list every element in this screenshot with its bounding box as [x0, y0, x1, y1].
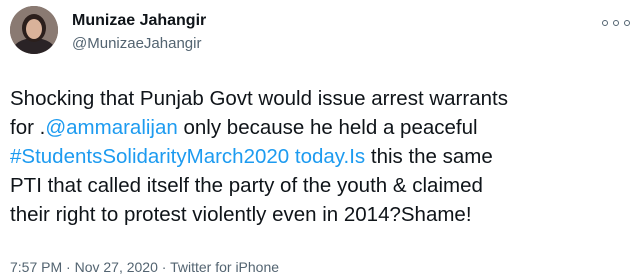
- tweet-line: Shocking that Punjab Govt would issue ar…: [10, 87, 508, 110]
- mention-link[interactable]: @ammaralijan: [45, 116, 177, 139]
- meta-separator: ·: [66, 259, 71, 275]
- more-options-icon[interactable]: [602, 14, 630, 32]
- dot-icon: [613, 20, 619, 26]
- meta-separator: ·: [161, 259, 167, 275]
- tweet-line: their right to protest violently even in…: [10, 203, 472, 226]
- tweet-source[interactable]: Twitter for iPhone: [170, 259, 279, 275]
- hashtag-link[interactable]: #StudentsSolidarityMarch2020 today.Is: [10, 145, 365, 168]
- tweet-text-segment: for .: [10, 116, 46, 139]
- tweet-time[interactable]: 7:57 PM: [10, 259, 62, 275]
- tweet-card: Munizae Jahangir @MunizaeJahangir Shocki…: [0, 0, 640, 277]
- tweet-text: Shocking that Punjab Govt would issue ar…: [10, 84, 632, 229]
- tweet-line: for .@ammaralijan only because he held a…: [10, 113, 632, 142]
- tweet-meta: 7:57 PM · Nov 27, 2020 · Twitter for iPh…: [10, 259, 279, 275]
- tweet-line: PTI that called itself the party of the …: [10, 174, 483, 197]
- author-name[interactable]: Munizae Jahangir: [72, 12, 206, 30]
- avatar[interactable]: [10, 6, 58, 54]
- tweet-text-segment: this the same: [365, 145, 493, 168]
- tweet-date[interactable]: Nov 27, 2020: [75, 259, 158, 275]
- dot-icon: [602, 20, 608, 26]
- tweet-text-segment: only because he held a peaceful: [177, 116, 478, 139]
- tweet-line: #StudentsSolidarityMarch2020 today.Is th…: [10, 142, 632, 171]
- author-handle[interactable]: @MunizaeJahangir: [72, 35, 201, 52]
- dot-icon: [624, 20, 630, 26]
